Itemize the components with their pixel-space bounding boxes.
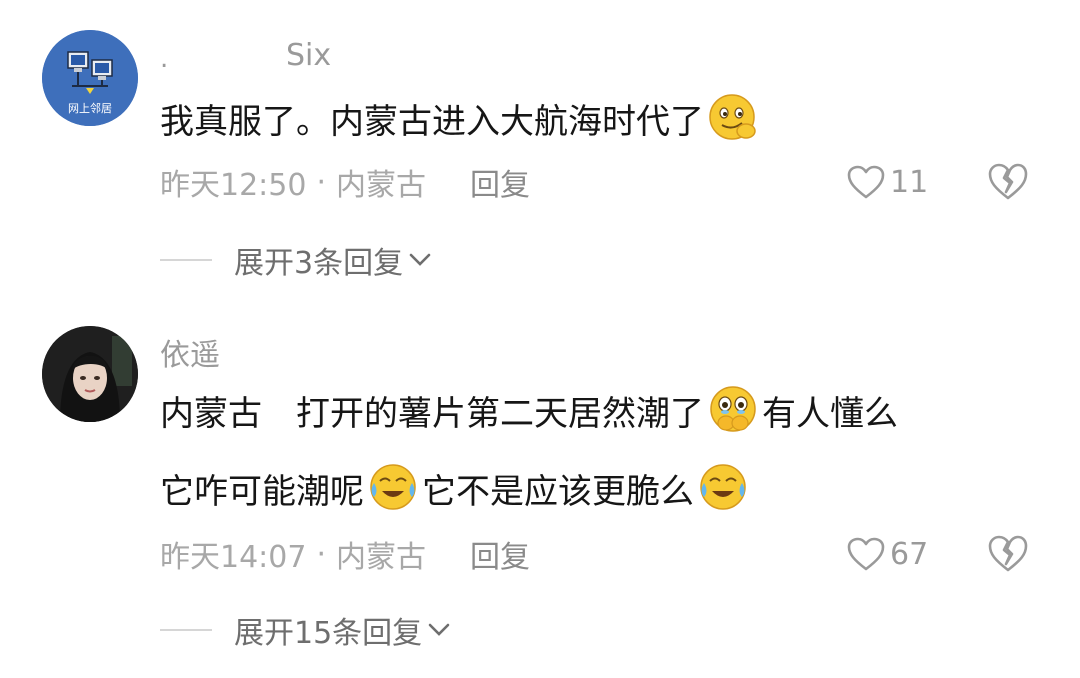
comment-location: 内蒙古	[336, 168, 427, 203]
chevron-down-icon	[409, 253, 431, 266]
divider	[160, 259, 212, 261]
comment-text: 我真服了。内蒙古进入大航海时代了	[160, 90, 762, 146]
comment-item: 网上邻居 . Six 我真服了。内蒙古进入大航海时代了 昨天12:50 · 内蒙…	[0, 0, 1080, 300]
username[interactable]: Six	[286, 38, 331, 73]
meta-separator: ·	[316, 164, 327, 200]
expand-replies-button[interactable]: 展开15条回复	[160, 610, 450, 651]
network-neighborhood-icon: 网上邻居	[42, 30, 138, 126]
comment-time: 昨天12:50	[160, 168, 307, 203]
like-count: 11	[890, 164, 929, 200]
comment-text-segment: 打开的薯片第二天居然潮了	[296, 393, 704, 434]
like-button[interactable]: 11	[846, 162, 928, 202]
comment-text-segment: 它不是应该更脆么	[422, 471, 694, 512]
heart-icon	[847, 537, 885, 571]
comment-meta: 昨天12:50 · 内蒙古 回复	[160, 160, 530, 204]
broken-heart-icon	[988, 163, 1028, 200]
username[interactable]: 依遥	[160, 330, 220, 374]
holding-back-tears-emoji-icon	[710, 386, 756, 432]
avatar[interactable]	[42, 326, 138, 422]
broken-heart-icon	[988, 535, 1028, 572]
smirk-hand-emoji-icon	[709, 94, 756, 140]
comment-meta: 昨天14:07 · 内蒙古 回复	[160, 532, 530, 576]
meta-separator: ·	[316, 536, 327, 572]
user-photo-icon	[42, 326, 138, 422]
avatar[interactable]: 网上邻居	[42, 30, 138, 126]
comment-text-segment: 内蒙古	[160, 393, 262, 434]
comment-text-segment: 有人懂么	[762, 393, 898, 434]
dislike-button[interactable]	[986, 162, 1030, 206]
like-count: 67	[890, 536, 929, 572]
comment-text: 它咋可能潮呢 它不是应该更脆么	[160, 460, 752, 516]
crying-laughing-emoji-icon	[370, 464, 416, 510]
comment-item: 依遥 内蒙古 打开的薯片第二天居然潮了 有人懂么 它咋可能潮呢 它不是应该更脆么…	[0, 300, 1080, 678]
expand-replies-label: 展开3条回复	[234, 246, 404, 281]
dislike-button[interactable]	[986, 534, 1030, 578]
avatar-label: 网上邻居	[68, 102, 112, 115]
crying-laughing-emoji-icon	[700, 464, 746, 510]
comment-text-segment: 它咋可能潮呢	[160, 471, 364, 512]
expand-replies-button[interactable]: 展开3条回复	[160, 240, 431, 281]
username-prefix: .	[160, 44, 169, 74]
comment-text: 内蒙古 打开的薯片第二天居然潮了 有人懂么	[160, 382, 898, 438]
comment-location: 内蒙古	[336, 540, 427, 575]
divider	[160, 629, 212, 631]
reply-button[interactable]: 回复	[470, 532, 530, 576]
expand-replies-label: 展开15条回复	[234, 616, 423, 651]
reply-button[interactable]: 回复	[470, 160, 530, 204]
comment-text-line: 我真服了。内蒙古进入大航海时代了	[160, 101, 704, 142]
chevron-down-icon	[428, 623, 450, 636]
comment-time: 昨天14:07	[160, 540, 307, 575]
like-button[interactable]: 67	[846, 534, 928, 574]
heart-icon	[847, 165, 885, 199]
